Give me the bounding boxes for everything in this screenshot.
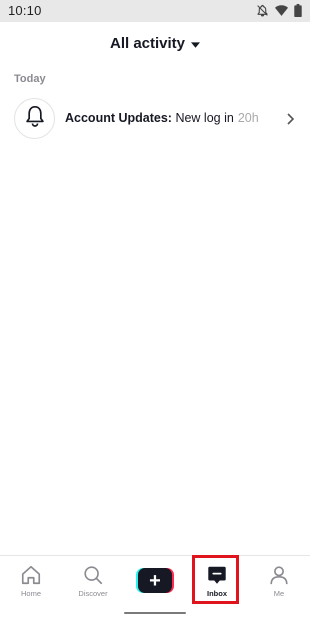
search-icon — [68, 564, 118, 586]
create-button[interactable]: + — [136, 568, 174, 593]
notification-avatar — [14, 98, 55, 139]
status-bar: 10:10 — [0, 0, 310, 22]
notifications-off-icon — [256, 4, 269, 17]
notification-item[interactable]: Account Updates: New log in 20h — [0, 96, 310, 142]
notification-title: Account Updates: — [65, 111, 172, 125]
bell-icon — [25, 105, 45, 132]
nav-home[interactable]: Home — [6, 564, 56, 598]
header: All activity — [0, 22, 310, 66]
nav-me-label: Me — [273, 589, 285, 598]
status-time: 10:10 — [8, 3, 42, 18]
nav-discover[interactable]: Discover — [68, 564, 118, 598]
battery-icon — [294, 4, 302, 17]
home-indicator — [124, 612, 186, 614]
inbox-highlight-box — [192, 555, 239, 604]
page-title: All activity — [109, 35, 186, 52]
profile-icon — [254, 564, 304, 586]
status-icons — [256, 4, 302, 17]
section-label-today: Today — [14, 73, 46, 85]
bottom-nav: Home Discover + Inbox Me — [0, 555, 310, 620]
caret-down-icon — [191, 36, 201, 53]
notification-message: New log in — [175, 111, 234, 125]
notification-text: Account Updates: New log in 20h — [65, 111, 259, 125]
chevron-right-icon — [287, 112, 295, 130]
wifi-icon — [275, 5, 288, 16]
notification-time: 20h — [237, 111, 259, 125]
activity-filter-dropdown[interactable]: All activity — [0, 35, 310, 53]
nav-home-label: Home — [20, 589, 41, 598]
nav-me[interactable]: Me — [254, 564, 304, 598]
nav-discover-label: Discover — [78, 589, 108, 598]
home-icon — [6, 564, 56, 586]
plus-icon: + — [138, 568, 172, 593]
